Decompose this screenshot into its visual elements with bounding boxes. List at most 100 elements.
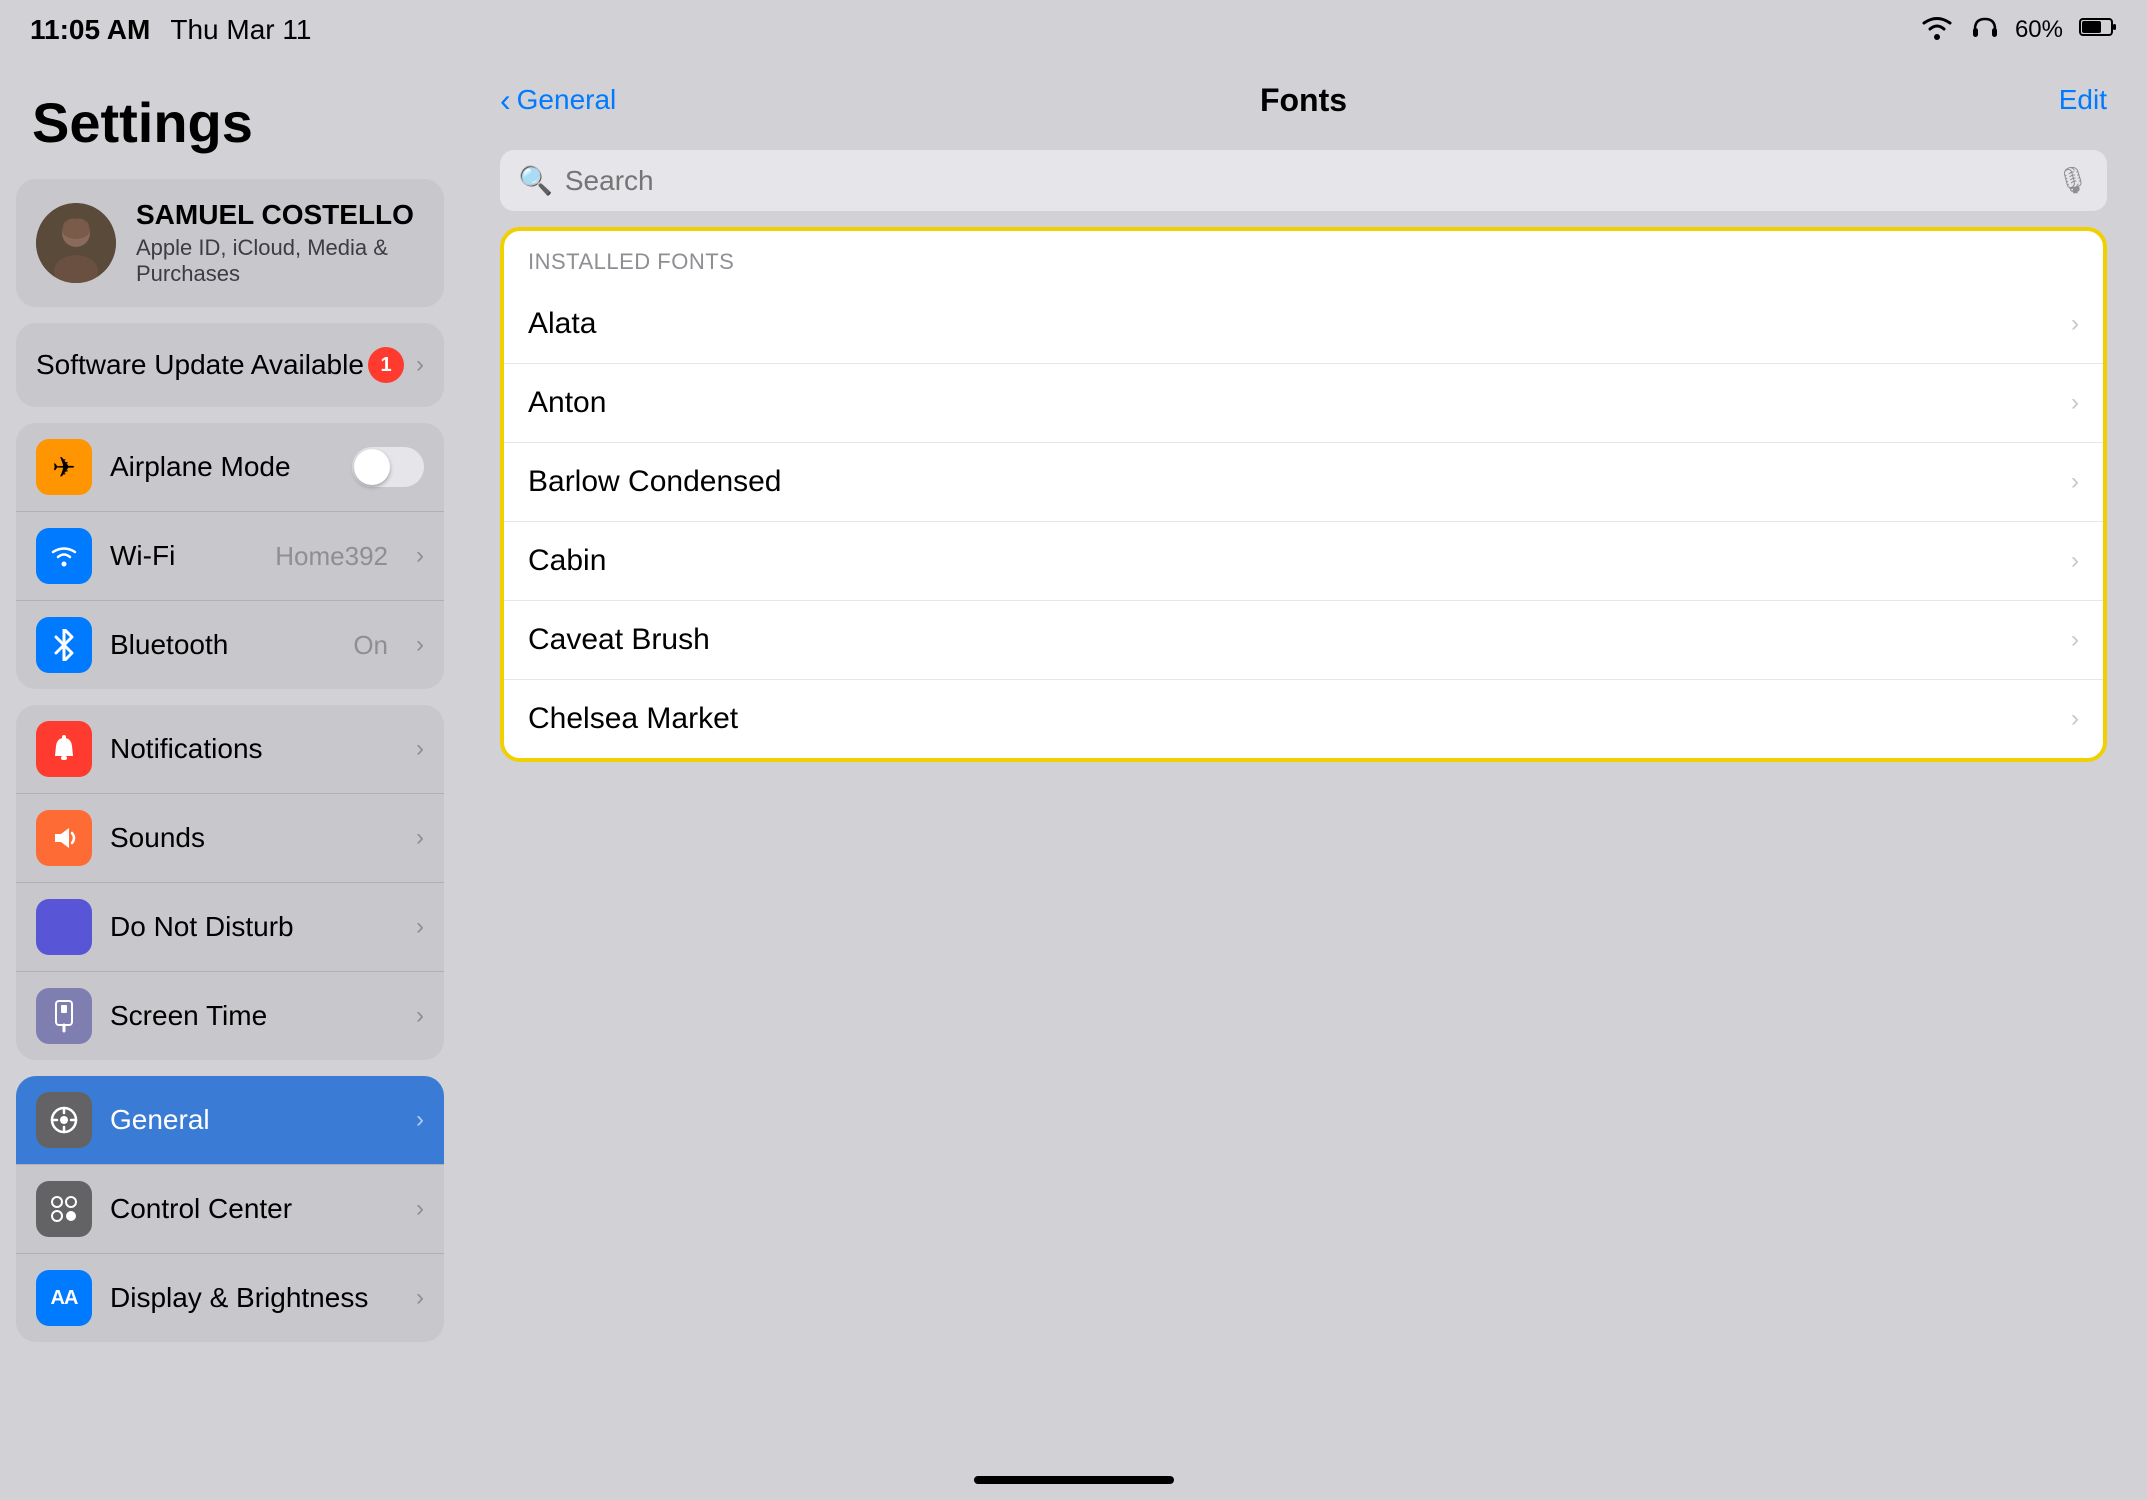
screen-time-chevron-icon: › (416, 1002, 424, 1030)
status-icons: 60% (1919, 13, 2117, 48)
avatar-image (36, 203, 116, 283)
font-row[interactable]: Alata › (504, 285, 2103, 364)
display-brightness-label: Display & Brightness (110, 1282, 398, 1314)
fonts-section-header: INSTALLED FONTS (504, 231, 2103, 285)
bluetooth-chevron-icon: › (416, 631, 424, 659)
microphone-icon[interactable]: 🎙 (2056, 165, 2089, 196)
font-name: Chelsea Market (528, 702, 2071, 736)
general-row[interactable]: General › (16, 1076, 444, 1165)
font-chevron-icon: › (2071, 547, 2079, 575)
control-center-row[interactable]: Control Center › (16, 1165, 444, 1254)
font-name: Barlow Condensed (528, 465, 2071, 499)
screen-time-row[interactable]: Screen Time › (16, 972, 444, 1060)
profile-info: SAMUEL COSTELLO Apple ID, iCloud, Media … (136, 199, 424, 287)
sidebar-title: Settings (16, 80, 444, 179)
airplane-mode-toggle[interactable] (352, 447, 424, 487)
update-chevron-icon: › (416, 351, 424, 379)
airplane-mode-label: Airplane Mode (110, 451, 334, 483)
airplane-mode-icon: ✈ (36, 439, 92, 495)
control-center-icon (36, 1181, 92, 1237)
notifications-chevron-icon: › (416, 735, 424, 763)
notifications-label: Notifications (110, 733, 398, 765)
fonts-card: INSTALLED FONTS Alata › Anton › Barlow C… (500, 227, 2107, 762)
font-name: Cabin (528, 544, 2071, 578)
font-row[interactable]: Anton › (504, 364, 2103, 443)
search-bar[interactable]: 🔍 🎙 (500, 150, 2107, 211)
bluetooth-value: On (353, 630, 388, 661)
profile-subtitle: Apple ID, iCloud, Media & Purchases (136, 235, 424, 287)
notifications-icon (36, 721, 92, 777)
notifications-row[interactable]: Notifications › (16, 705, 444, 794)
nav-title: Fonts (1260, 82, 1347, 119)
search-input[interactable] (565, 165, 2044, 197)
general-label: General (110, 1104, 398, 1136)
connectivity-group: ✈ Airplane Mode Wi-Fi Home392 › (16, 423, 444, 689)
font-row[interactable]: Cabin › (504, 522, 2103, 601)
search-magnifier-icon: 🔍 (518, 164, 553, 197)
general-group: General › Control Center › AA Display & (16, 1076, 444, 1342)
status-bar: 11:05 AM Thu Mar 11 60% (0, 0, 2147, 60)
control-center-chevron-icon: › (416, 1195, 424, 1223)
general-chevron-icon: › (416, 1106, 424, 1134)
screen-time-icon (36, 988, 92, 1044)
software-update-card[interactable]: Software Update Available 1 › (16, 323, 444, 407)
do-not-disturb-icon (36, 899, 92, 955)
airplane-mode-row[interactable]: ✈ Airplane Mode (16, 423, 444, 512)
font-name: Anton (528, 386, 2071, 420)
software-update-text: Software Update Available (36, 349, 368, 381)
notifications-group: Notifications › Sounds › (16, 705, 444, 1060)
font-row[interactable]: Chelsea Market › (504, 680, 2103, 758)
display-brightness-row[interactable]: AA Display & Brightness › (16, 1254, 444, 1342)
headphones-icon (1971, 13, 1999, 48)
screen-time-label: Screen Time (110, 1000, 398, 1032)
nav-back-button[interactable]: ‹ General (500, 82, 616, 119)
fonts-content: INSTALLED FONTS Alata › Anton › Barlow C… (460, 227, 2147, 1500)
wifi-label: Wi-Fi (110, 540, 257, 572)
font-chevron-icon: › (2071, 310, 2079, 338)
nav-back-chevron-icon: ‹ (500, 82, 511, 119)
nav-bar: ‹ General Fonts Edit (460, 60, 2147, 140)
font-chevron-icon: › (2071, 705, 2079, 733)
wifi-settings-icon (36, 528, 92, 584)
do-not-disturb-row[interactable]: Do Not Disturb › (16, 883, 444, 972)
home-indicator (974, 1476, 1174, 1484)
avatar (36, 203, 116, 283)
font-chevron-icon: › (2071, 626, 2079, 654)
bluetooth-row[interactable]: Bluetooth On › (16, 601, 444, 689)
font-name: Caveat Brush (528, 623, 2071, 657)
profile-name: SAMUEL COSTELLO (136, 199, 424, 231)
display-brightness-icon: AA (36, 1270, 92, 1326)
status-date: Thu Mar 11 (170, 14, 311, 46)
toggle-knob (354, 449, 390, 485)
wifi-chevron-icon: › (416, 542, 424, 570)
bluetooth-icon (36, 617, 92, 673)
fonts-list: Alata › Anton › Barlow Condensed › Cabin… (504, 285, 2103, 758)
battery-icon (2079, 16, 2117, 45)
font-chevron-icon: › (2071, 389, 2079, 417)
wifi-row[interactable]: Wi-Fi Home392 › (16, 512, 444, 601)
do-not-disturb-chevron-icon: › (416, 913, 424, 941)
update-badge: 1 (368, 347, 404, 383)
sidebar: Settings SAMUEL COSTELLO Apple ID, iClou… (0, 60, 460, 1500)
wifi-value: Home392 (275, 541, 388, 572)
fonts-panel: ‹ General Fonts Edit 🔍 🎙 INSTALLED FONTS… (460, 60, 2147, 1500)
font-row[interactable]: Barlow Condensed › (504, 443, 2103, 522)
wifi-icon (1919, 13, 1955, 48)
main-layout: Settings SAMUEL COSTELLO Apple ID, iClou… (0, 60, 2147, 1500)
do-not-disturb-label: Do Not Disturb (110, 911, 398, 943)
sounds-icon (36, 810, 92, 866)
bluetooth-label: Bluetooth (110, 629, 335, 661)
sounds-row[interactable]: Sounds › (16, 794, 444, 883)
sidebar-spacer (16, 1358, 444, 1398)
battery-text: 60% (2015, 16, 2063, 44)
display-brightness-chevron-icon: › (416, 1284, 424, 1312)
search-container: 🔍 🎙 (460, 140, 2147, 227)
sounds-chevron-icon: › (416, 824, 424, 852)
profile-card[interactable]: SAMUEL COSTELLO Apple ID, iCloud, Media … (16, 179, 444, 307)
status-time: 11:05 AM (30, 14, 150, 46)
sounds-label: Sounds (110, 822, 398, 854)
nav-back-label: General (517, 84, 617, 116)
font-row[interactable]: Caveat Brush › (504, 601, 2103, 680)
nav-edit-button[interactable]: Edit (2059, 84, 2107, 116)
control-center-label: Control Center (110, 1193, 398, 1225)
